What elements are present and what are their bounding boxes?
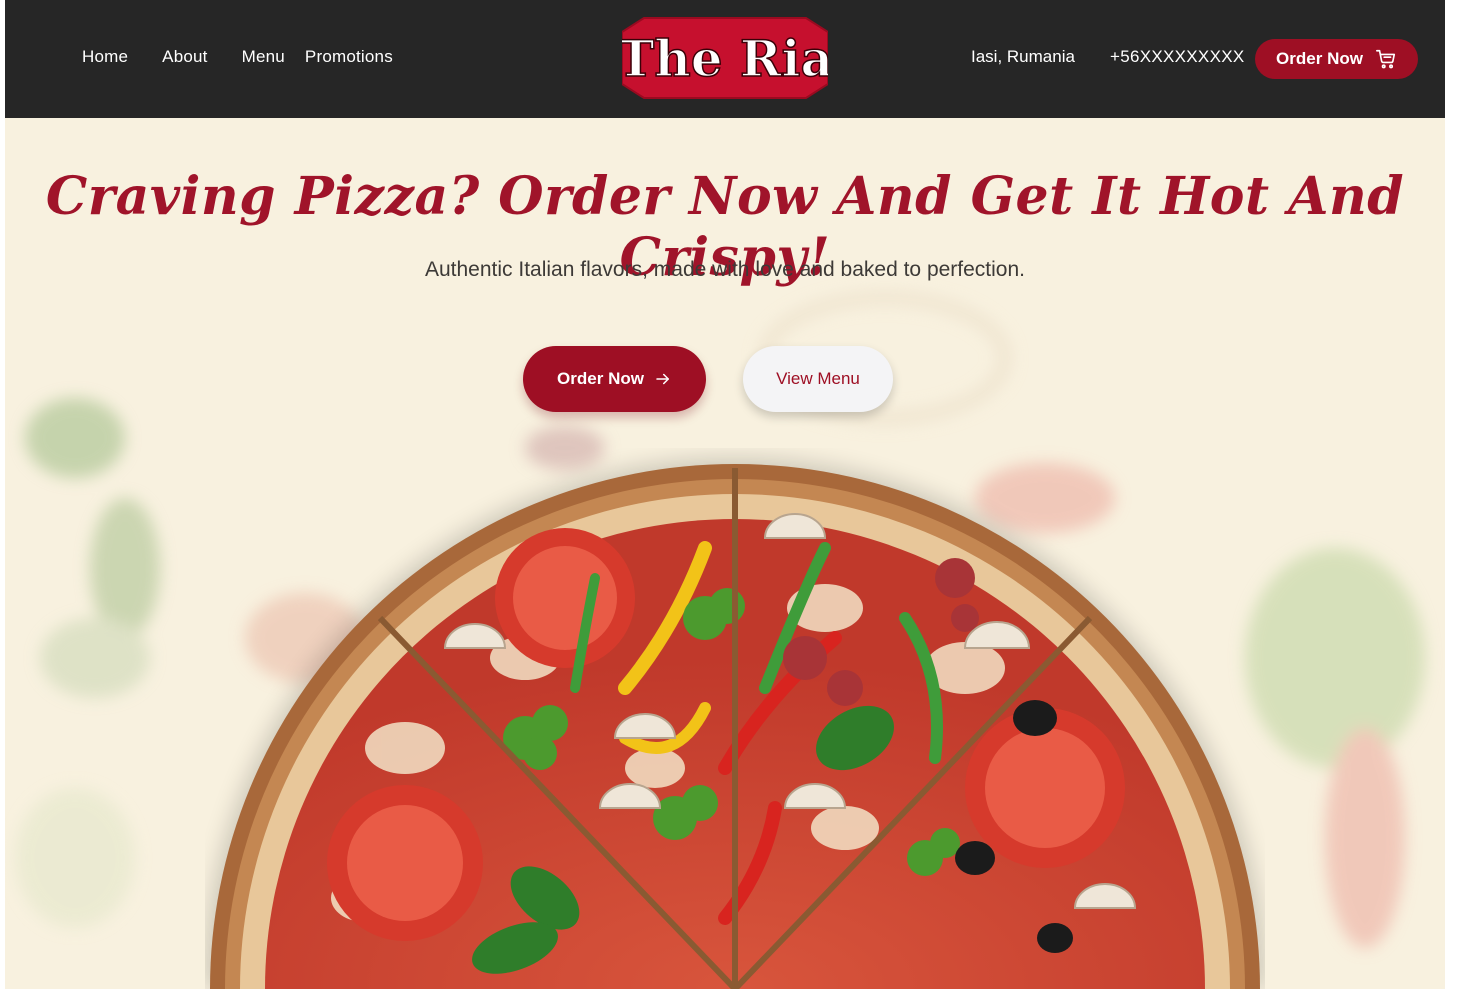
view-menu-label: View Menu bbox=[776, 369, 860, 388]
hero-section: Craving Pizza? Order Now And Get It Hot … bbox=[5, 118, 1445, 989]
pizza-illustration bbox=[205, 459, 1265, 989]
nav-order-now-button[interactable]: Order Now bbox=[1255, 39, 1418, 79]
logo[interactable]: The Ria bbox=[622, 14, 828, 101]
logo-badge: The Ria bbox=[622, 17, 828, 99]
location-text: Iasi, Rumania bbox=[971, 47, 1075, 66]
arrow-right-icon bbox=[656, 373, 669, 385]
navbar: Home About Menu Promotions The Ria Iasi,… bbox=[5, 0, 1445, 118]
hero-subtitle: Authentic Italian flavors, made with lov… bbox=[424, 258, 1026, 281]
view-menu-button[interactable]: View Menu bbox=[743, 346, 893, 412]
logo-text: The Ria bbox=[622, 29, 828, 88]
hero-order-now-label: Order Now bbox=[557, 369, 644, 388]
page-frame: Home About Menu Promotions The Ria Iasi,… bbox=[5, 0, 1445, 989]
pizza-image bbox=[205, 448, 1265, 989]
nav-link-menu[interactable]: Menu bbox=[242, 47, 285, 67]
nav-link-promotions[interactable]: Promotions bbox=[305, 47, 393, 67]
nav-link-about[interactable]: About bbox=[162, 47, 207, 67]
nav-links: Home About Menu Promotions bbox=[82, 47, 393, 67]
nav-link-home[interactable]: Home bbox=[82, 47, 128, 67]
nav-order-now-label: Order Now bbox=[1276, 49, 1363, 68]
cart-icon bbox=[1375, 49, 1396, 69]
phone-text[interactable]: +56XXXXXXXXX bbox=[1110, 47, 1245, 67]
hero-order-now-button[interactable]: Order Now bbox=[523, 346, 706, 412]
